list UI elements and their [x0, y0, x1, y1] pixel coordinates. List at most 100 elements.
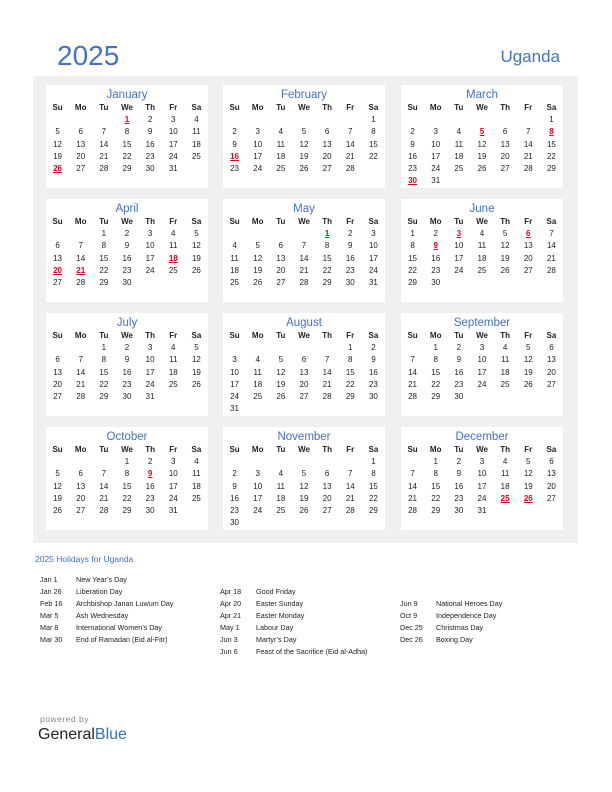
weekday-header: Fr: [346, 331, 355, 340]
generalblue-logo[interactable]: GeneralBlue: [38, 726, 127, 744]
day-cell: 24: [230, 391, 240, 401]
month-march: March Su Mo Tu We Th Fr Sa 1 2 3 4 5 6 7 8 9 10 11 12 13 14 15…: [401, 85, 563, 188]
empty-cell: [246, 342, 269, 354]
empty-cell: [92, 114, 115, 126]
day-cell: 27: [53, 391, 63, 401]
holiday-column: Jun 9 National Heroes Day Oct 9 Independenc…: [400, 598, 502, 646]
day-cell: 28: [523, 163, 533, 173]
month-december: December Su Mo Tu We Th Fr Sa 1 2 3 4 5 6 7 8 9 10 11 12 13 1…: [401, 427, 563, 530]
day-cell: 10: [368, 241, 378, 251]
empty-cell: [46, 114, 69, 126]
day-cell: 1: [433, 343, 438, 353]
day-cell: 2: [147, 115, 153, 125]
holiday-day-cell: 26: [53, 163, 63, 173]
day-cell: 1: [101, 343, 107, 353]
day-cell: 24: [145, 265, 155, 275]
day-cell: 2: [410, 127, 415, 137]
weekday-header: Sa: [546, 331, 557, 340]
weekday-header: Mo: [251, 331, 264, 340]
day-cell: 4: [194, 115, 199, 125]
holiday-name: Christmas Day: [436, 623, 484, 632]
holiday-day-cell: 16: [230, 151, 240, 161]
day-cell: 14: [523, 139, 533, 149]
day-cell: 17: [431, 151, 441, 161]
empty-cell: [92, 456, 115, 468]
day-cell: 24: [477, 379, 487, 389]
day-cell: 8: [433, 469, 438, 479]
day-cell: 24: [168, 151, 178, 161]
day-cell: 6: [324, 469, 330, 479]
holiday-date: Mar 30: [40, 635, 63, 644]
empty-cell: [494, 114, 517, 126]
day-cell: 12: [523, 355, 533, 365]
day-cell: 21: [408, 493, 418, 503]
weekday-header: Th: [322, 217, 333, 226]
day-cell: 19: [523, 481, 533, 491]
day-cell: 29: [431, 391, 441, 401]
day-cell: 7: [78, 241, 83, 251]
day-cell: 6: [278, 241, 284, 251]
day-cell: 17: [230, 379, 240, 389]
brand-general: General: [38, 726, 95, 743]
day-cell: 24: [454, 265, 464, 275]
day-cell: 14: [99, 481, 109, 491]
day-cell: 26: [523, 379, 533, 389]
day-cell: 30: [145, 163, 155, 173]
weekday-header: Tu: [99, 331, 109, 340]
weekday-header: Tu: [454, 217, 464, 226]
day-cell: 23: [122, 379, 132, 389]
weekday-header: Tu: [276, 217, 286, 226]
empty-cell: [292, 114, 315, 126]
day-cell: 26: [299, 163, 309, 173]
empty-cell: [269, 456, 292, 468]
empty-cell: [269, 342, 292, 354]
day-cell: 4: [278, 127, 284, 137]
day-cell: 22: [431, 379, 441, 389]
day-cell: 14: [322, 367, 332, 377]
day-cell: 11: [276, 139, 285, 149]
empty-cell: [69, 342, 92, 354]
day-cell: 15: [408, 253, 418, 263]
day-cell: 28: [299, 277, 309, 287]
holiday-date: May 1: [220, 623, 240, 632]
holiday-date: Jan 26: [40, 587, 62, 596]
weekday-header: Fr: [169, 103, 178, 112]
day-cell: 12: [53, 139, 63, 149]
day-cell: 20: [523, 253, 533, 263]
day-cell: 23: [230, 505, 240, 515]
month-november: November Su Mo Tu We Th Fr Sa 1 2 3 4 5 6 7 8 9 10 11 12 13 1…: [223, 427, 385, 530]
day-cell: 16: [368, 367, 378, 377]
day-cell: 27: [322, 505, 332, 515]
month-august: August Su Mo Tu We Th Fr Sa 1 2 3 4 5 6 7 8 9 10 11 12 13 14 1…: [223, 313, 385, 416]
day-cell: 27: [76, 505, 86, 515]
day-cell: 16: [145, 139, 155, 149]
day-cell: 2: [124, 343, 130, 353]
day-cell: 23: [454, 379, 464, 389]
weekday-header: Mo: [74, 103, 87, 112]
day-cell: 28: [76, 391, 86, 401]
holiday-name: Easter Monday: [256, 611, 305, 620]
weekday-header: Su: [52, 103, 63, 112]
day-cell: 25: [191, 493, 201, 503]
day-cell: 27: [500, 163, 510, 173]
weekday-header: Mo: [251, 445, 264, 454]
day-cell: 25: [253, 391, 263, 401]
day-cell: 15: [368, 139, 378, 149]
day-cell: 12: [299, 481, 309, 491]
day-cell: 20: [322, 493, 332, 503]
day-cell: 30: [122, 277, 132, 287]
weekday-header: We: [476, 331, 488, 340]
day-cell: 20: [500, 151, 510, 161]
holiday-day-cell: 26: [523, 493, 533, 503]
empty-cell: [316, 342, 339, 354]
day-cell: 30: [454, 391, 464, 401]
weekday-header: We: [121, 103, 133, 112]
day-cell: 7: [348, 127, 353, 137]
day-cell: 14: [408, 367, 418, 377]
day-cell: 2: [456, 457, 462, 467]
holiday-name: Boxing Day: [436, 635, 473, 644]
month-april: April Su Mo Tu We Th Fr Sa 1 2 3 4 5 6 7 8 9 10 11 12 13 14 15…: [46, 199, 208, 302]
month-october: October Su Mo Tu We Th Fr Sa 1 2 3 4 5 6 7 8 9 10 11 12 13 14…: [46, 427, 208, 530]
day-cell: 19: [253, 265, 263, 275]
day-cell: 17: [477, 481, 487, 491]
